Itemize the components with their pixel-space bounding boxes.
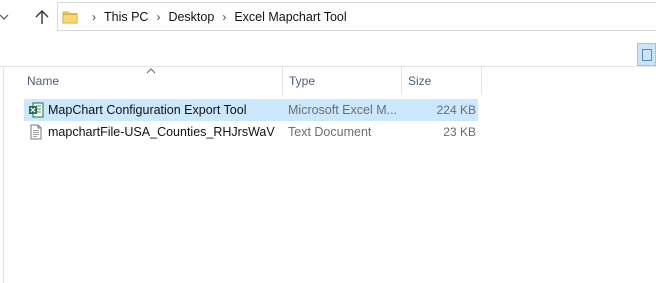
recent-locations-chevron-icon[interactable] <box>0 8 14 26</box>
details-view-button[interactable] <box>637 43 656 66</box>
column-header-size[interactable]: Size <box>402 67 482 95</box>
column-header-type[interactable]: Type <box>283 67 402 95</box>
up-arrow-icon[interactable] <box>33 8 51 26</box>
file-row[interactable]: mapchartFile-USA_Counties_RHJrsWaV Text … <box>24 121 478 143</box>
breadcrumb-separator-icon[interactable]: › <box>148 10 168 24</box>
column-header-name[interactable]: Name <box>21 67 283 95</box>
file-size: 224 KB <box>436 103 476 117</box>
breadcrumb-item-excel-mapchart-tool[interactable]: Excel Mapchart Tool <box>234 10 346 24</box>
breadcrumb: › This PC › Desktop › Excel Mapchart Too… <box>84 3 347 30</box>
column-header-row: Name Type Size <box>0 66 656 95</box>
file-name: mapchartFile-USA_Counties_RHJrsWaV <box>48 125 275 139</box>
breadcrumb-item-this-pc[interactable]: This PC <box>104 10 148 24</box>
address-bar[interactable]: › This PC › Desktop › Excel Mapchart Too… <box>57 2 656 31</box>
navigation-pane-edge[interactable] <box>0 66 4 283</box>
details-view-icon <box>642 49 652 61</box>
file-name: MapChart Configuration Export Tool <box>48 103 247 117</box>
file-size: 23 KB <box>443 125 476 139</box>
breadcrumb-item-desktop[interactable]: Desktop <box>168 10 214 24</box>
file-row[interactable]: MapChart Configuration Export Tool Micro… <box>24 99 478 121</box>
address-bar-row: › This PC › Desktop › Excel Mapchart Too… <box>0 0 656 34</box>
folder-icon <box>62 11 78 24</box>
text-file-icon <box>30 124 42 140</box>
excel-file-icon <box>29 102 44 118</box>
file-type: Text Document <box>288 125 372 139</box>
breadcrumb-separator-icon[interactable]: › <box>214 10 234 24</box>
breadcrumb-separator-icon[interactable]: › <box>84 10 104 24</box>
file-type: Microsoft Excel M... <box>288 103 398 117</box>
